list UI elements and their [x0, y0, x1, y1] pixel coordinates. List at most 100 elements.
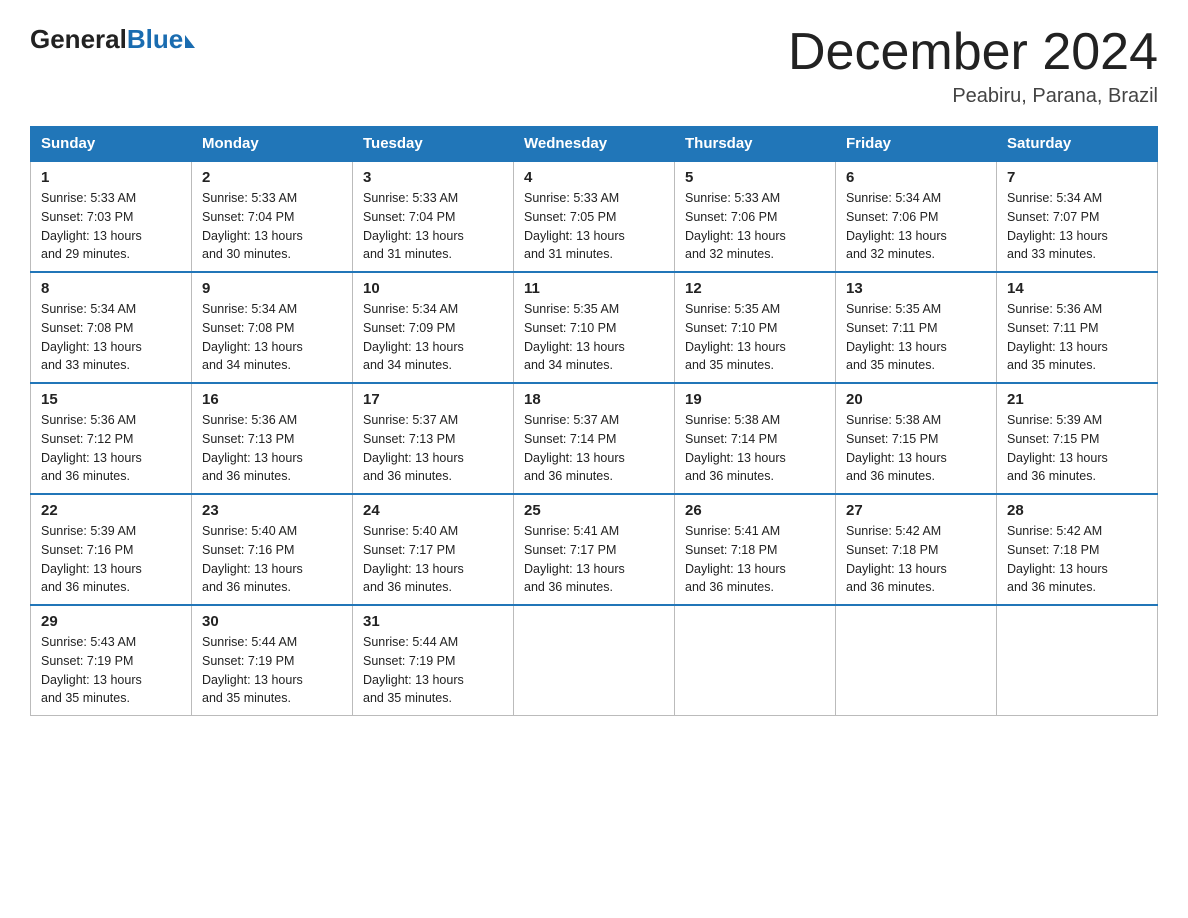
week-row-3: 15 Sunrise: 5:36 AMSunset: 7:12 PMDayligh… — [31, 383, 1158, 494]
day-info: Sunrise: 5:36 AMSunset: 7:12 PMDaylight:… — [41, 411, 181, 486]
day-info: Sunrise: 5:36 AMSunset: 7:13 PMDaylight:… — [202, 411, 342, 486]
day-info: Sunrise: 5:44 AMSunset: 7:19 PMDaylight:… — [202, 633, 342, 708]
day-number: 6 — [846, 169, 986, 186]
calendar-cell: 27Sunrise: 5:42 AMSunset: 7:18 PMDayligh… — [836, 494, 997, 605]
day-number: 2 — [202, 169, 342, 186]
day-number: 14 — [1007, 280, 1147, 297]
week-row-2: 8 Sunrise: 5:34 AMSunset: 7:08 PMDaylight… — [31, 272, 1158, 383]
day-number: 20 — [846, 391, 986, 408]
day-number: 31 — [363, 613, 503, 630]
header-monday: Monday — [192, 127, 353, 162]
calendar-cell: 12Sunrise: 5:35 AMSunset: 7:10 PMDayligh… — [675, 272, 836, 383]
day-info: Sunrise: 5:34 AMSunset: 7:09 PMDaylight:… — [363, 300, 503, 375]
header-wednesday: Wednesday — [514, 127, 675, 162]
logo: General Blue — [30, 24, 195, 55]
week-row-1: 1 Sunrise: 5:33 AMSunset: 7:03 PMDaylight… — [31, 161, 1158, 272]
calendar-cell: 4 Sunrise: 5:33 AMSunset: 7:05 PMDaylight… — [514, 161, 675, 272]
header-thursday: Thursday — [675, 127, 836, 162]
calendar-cell: 1 Sunrise: 5:33 AMSunset: 7:03 PMDaylight… — [31, 161, 192, 272]
day-number: 15 — [41, 391, 181, 408]
calendar-cell: 10 Sunrise: 5:34 AMSunset: 7:09 PMDayligh… — [353, 272, 514, 383]
day-info: Sunrise: 5:35 AMSunset: 7:10 PMDaylight:… — [685, 300, 825, 375]
day-info: Sunrise: 5:40 AMSunset: 7:17 PMDaylight:… — [363, 522, 503, 597]
day-number: 22 — [41, 502, 181, 519]
day-info: Sunrise: 5:36 AMSunset: 7:11 PMDaylight:… — [1007, 300, 1147, 375]
day-info: Sunrise: 5:38 AMSunset: 7:15 PMDaylight:… — [846, 411, 986, 486]
day-info: Sunrise: 5:33 AMSunset: 7:03 PMDaylight:… — [41, 189, 181, 264]
calendar-cell — [836, 605, 997, 716]
day-info: Sunrise: 5:37 AMSunset: 7:13 PMDaylight:… — [363, 411, 503, 486]
calendar-cell: 17 Sunrise: 5:37 AMSunset: 7:13 PMDayligh… — [353, 383, 514, 494]
calendar-cell: 31Sunrise: 5:44 AMSunset: 7:19 PMDayligh… — [353, 605, 514, 716]
day-number: 28 — [1007, 502, 1147, 519]
calendar-cell: 24Sunrise: 5:40 AMSunset: 7:17 PMDayligh… — [353, 494, 514, 605]
logo-blue-part: Blue — [127, 24, 195, 55]
day-number: 1 — [41, 169, 181, 186]
calendar-cell: 16 Sunrise: 5:36 AMSunset: 7:13 PMDayligh… — [192, 383, 353, 494]
calendar-cell: 6Sunrise: 5:34 AMSunset: 7:06 PMDaylight… — [836, 161, 997, 272]
calendar-cell: 14 Sunrise: 5:36 AMSunset: 7:11 PMDayligh… — [997, 272, 1158, 383]
month-year-title: December 2024 — [788, 24, 1158, 81]
day-number: 30 — [202, 613, 342, 630]
day-number: 25 — [524, 502, 664, 519]
day-number: 21 — [1007, 391, 1147, 408]
calendar-cell: 23Sunrise: 5:40 AMSunset: 7:16 PMDayligh… — [192, 494, 353, 605]
calendar-cell: 19Sunrise: 5:38 AMSunset: 7:14 PMDayligh… — [675, 383, 836, 494]
week-row-4: 22 Sunrise: 5:39 AMSunset: 7:16 PMDayligh… — [31, 494, 1158, 605]
calendar-cell: 30 Sunrise: 5:44 AMSunset: 7:19 PMDayligh… — [192, 605, 353, 716]
day-info: Sunrise: 5:39 AMSunset: 7:15 PMDaylight:… — [1007, 411, 1147, 486]
calendar-table: SundayMondayTuesdayWednesdayThursdayFrid… — [30, 126, 1158, 716]
day-number: 9 — [202, 280, 342, 297]
day-number: 26 — [685, 502, 825, 519]
calendar-cell — [997, 605, 1158, 716]
day-info: Sunrise: 5:41 AMSunset: 7:18 PMDaylight:… — [685, 522, 825, 597]
calendar-cell: 18Sunrise: 5:37 AMSunset: 7:14 PMDayligh… — [514, 383, 675, 494]
day-number: 8 — [41, 280, 181, 297]
header-row: SundayMondayTuesdayWednesdayThursdayFrid… — [31, 127, 1158, 162]
title-block: December 2024 Peabiru, Parana, Brazil — [788, 24, 1158, 108]
day-number: 16 — [202, 391, 342, 408]
day-number: 11 — [524, 280, 664, 297]
calendar-cell: 5 Sunrise: 5:33 AMSunset: 7:06 PMDaylight… — [675, 161, 836, 272]
calendar-cell: 21 Sunrise: 5:39 AMSunset: 7:15 PMDayligh… — [997, 383, 1158, 494]
day-info: Sunrise: 5:40 AMSunset: 7:16 PMDaylight:… — [202, 522, 342, 597]
day-info: Sunrise: 5:33 AMSunset: 7:06 PMDaylight:… — [685, 189, 825, 264]
calendar-cell: 22 Sunrise: 5:39 AMSunset: 7:16 PMDayligh… — [31, 494, 192, 605]
calendar-cell: 2 Sunrise: 5:33 AMSunset: 7:04 PMDaylight… — [192, 161, 353, 272]
calendar-cell: 15 Sunrise: 5:36 AMSunset: 7:12 PMDayligh… — [31, 383, 192, 494]
day-info: Sunrise: 5:34 AMSunset: 7:08 PMDaylight:… — [41, 300, 181, 375]
header-saturday: Saturday — [997, 127, 1158, 162]
day-number: 5 — [685, 169, 825, 186]
page-header: General Blue December 2024 Peabiru, Para… — [30, 24, 1158, 108]
header-tuesday: Tuesday — [353, 127, 514, 162]
calendar-cell: 3Sunrise: 5:33 AMSunset: 7:04 PMDaylight… — [353, 161, 514, 272]
calendar-cell — [514, 605, 675, 716]
day-number: 3 — [363, 169, 503, 186]
logo-blue-text: Blue — [127, 24, 183, 55]
day-info: Sunrise: 5:39 AMSunset: 7:16 PMDaylight:… — [41, 522, 181, 597]
day-number: 18 — [524, 391, 664, 408]
calendar-cell: 28 Sunrise: 5:42 AMSunset: 7:18 PMDayligh… — [997, 494, 1158, 605]
calendar-cell: 25 Sunrise: 5:41 AMSunset: 7:17 PMDayligh… — [514, 494, 675, 605]
day-number: 17 — [363, 391, 503, 408]
week-row-5: 29Sunrise: 5:43 AMSunset: 7:19 PMDayligh… — [31, 605, 1158, 716]
logo-triangle-icon — [185, 35, 195, 48]
day-number: 4 — [524, 169, 664, 186]
calendar-cell: 7Sunrise: 5:34 AMSunset: 7:07 PMDaylight… — [997, 161, 1158, 272]
calendar-cell: 8 Sunrise: 5:34 AMSunset: 7:08 PMDaylight… — [31, 272, 192, 383]
location-subtitle: Peabiru, Parana, Brazil — [788, 85, 1158, 108]
calendar-cell: 11Sunrise: 5:35 AMSunset: 7:10 PMDayligh… — [514, 272, 675, 383]
day-info: Sunrise: 5:33 AMSunset: 7:04 PMDaylight:… — [202, 189, 342, 264]
logo-general-text: General — [30, 24, 127, 55]
day-number: 29 — [41, 613, 181, 630]
day-number: 7 — [1007, 169, 1147, 186]
calendar-cell: 13Sunrise: 5:35 AMSunset: 7:11 PMDayligh… — [836, 272, 997, 383]
calendar-cell: 20 Sunrise: 5:38 AMSunset: 7:15 PMDayligh… — [836, 383, 997, 494]
header-friday: Friday — [836, 127, 997, 162]
calendar-cell: 29Sunrise: 5:43 AMSunset: 7:19 PMDayligh… — [31, 605, 192, 716]
day-info: Sunrise: 5:34 AMSunset: 7:08 PMDaylight:… — [202, 300, 342, 375]
day-number: 10 — [363, 280, 503, 297]
day-info: Sunrise: 5:33 AMSunset: 7:05 PMDaylight:… — [524, 189, 664, 264]
day-info: Sunrise: 5:41 AMSunset: 7:17 PMDaylight:… — [524, 522, 664, 597]
day-info: Sunrise: 5:42 AMSunset: 7:18 PMDaylight:… — [1007, 522, 1147, 597]
